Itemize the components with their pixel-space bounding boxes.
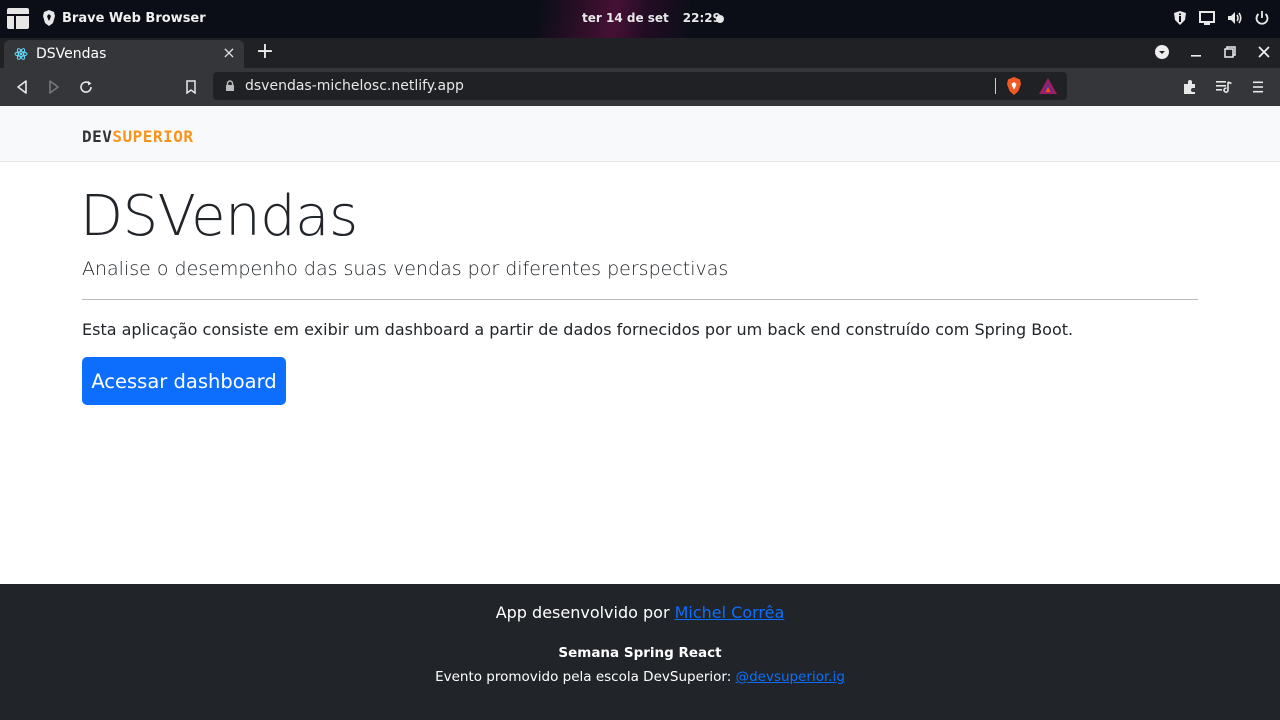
os-date: ter 14 de set	[582, 11, 669, 25]
devsuperior-logo[interactable]: DEVSUPERIOR	[82, 127, 193, 146]
minimize-icon[interactable]	[1186, 42, 1206, 62]
divider	[82, 299, 1198, 300]
extensions-icon[interactable]	[1180, 77, 1200, 97]
screen-icon[interactable]	[1198, 10, 1216, 26]
address-bar[interactable]: dsvendas-michelosc.netlify.app	[213, 72, 1067, 100]
logo-dev: DEV	[82, 127, 113, 146]
forward-icon[interactable]	[43, 76, 65, 98]
author-link[interactable]: Michel Corrêa	[675, 603, 785, 622]
address-separator	[995, 78, 996, 94]
page-description: Esta aplicação consiste em exibir um das…	[82, 320, 1074, 339]
close-window-icon[interactable]	[1254, 42, 1274, 62]
new-tab-button[interactable]: +	[255, 41, 275, 63]
brave-shields-icon[interactable]	[1005, 77, 1023, 95]
bookmark-icon[interactable]	[180, 76, 202, 98]
window-controls	[1152, 42, 1274, 62]
brave-rewards-icon[interactable]	[1039, 78, 1057, 94]
instagram-link[interactable]: @devsuperior.ig	[736, 669, 845, 685]
os-top-bar: Brave Web Browser ter 14 de set 22:29	[0, 0, 1280, 38]
browser-toolbar: dsvendas-michelosc.netlify.app	[0, 68, 1280, 106]
lock-icon[interactable]	[225, 80, 235, 92]
react-favicon-icon	[14, 48, 28, 60]
footer-credit-prefix: App desenvolvido por	[495, 603, 675, 622]
reload-icon[interactable]	[75, 76, 97, 98]
footer-event-prefix: Evento promovido pela escola DevSuperior…	[435, 669, 736, 685]
brave-lion-icon	[43, 10, 55, 26]
app-grid-icon[interactable]	[7, 8, 29, 30]
site-footer: App desenvolvido por Michel Corrêa Seman…	[0, 584, 1280, 720]
site-header: DEVSUPERIOR	[0, 106, 1280, 162]
tab-strip: DSVendas × +	[0, 38, 1280, 68]
tab-dsvendas[interactable]: DSVendas ×	[4, 40, 244, 68]
volume-icon[interactable]	[1226, 10, 1244, 26]
footer-event-title: Semana Spring React	[558, 645, 722, 661]
active-app-indicator[interactable]: Brave Web Browser	[42, 10, 206, 26]
tab-close-icon[interactable]: ×	[220, 44, 238, 62]
os-clock[interactable]: ter 14 de set 22:29	[582, 11, 721, 25]
page-subtitle: Analise o desempenho das suas vendas por…	[82, 258, 729, 280]
media-queue-icon[interactable]	[1214, 77, 1234, 97]
power-icon[interactable]	[1254, 10, 1270, 26]
footer-credit: App desenvolvido por Michel Corrêa	[0, 603, 1280, 622]
info-shield-icon[interactable]	[1172, 10, 1188, 26]
footer-event: Evento promovido pela escola DevSuperior…	[0, 669, 1280, 685]
logo-superior: SUPERIOR	[112, 127, 194, 146]
web-page: DEVSUPERIOR DSVendas Analise o desempenh…	[0, 106, 1280, 720]
maximize-icon[interactable]	[1220, 42, 1240, 62]
back-icon[interactable]	[11, 76, 33, 98]
tab-title: DSVendas	[36, 46, 107, 62]
system-tray[interactable]	[1172, 10, 1270, 26]
page-title: DSVendas	[80, 184, 358, 249]
access-dashboard-button[interactable]: Acessar dashboard	[82, 357, 286, 405]
toolbar-right	[1180, 77, 1268, 97]
url-text: dsvendas-michelosc.netlify.app	[245, 78, 464, 94]
active-app-name: Brave Web Browser	[62, 10, 206, 26]
tab-search-icon[interactable]	[1152, 42, 1172, 62]
menu-icon[interactable]	[1248, 77, 1268, 97]
notification-dot-icon	[716, 15, 724, 23]
